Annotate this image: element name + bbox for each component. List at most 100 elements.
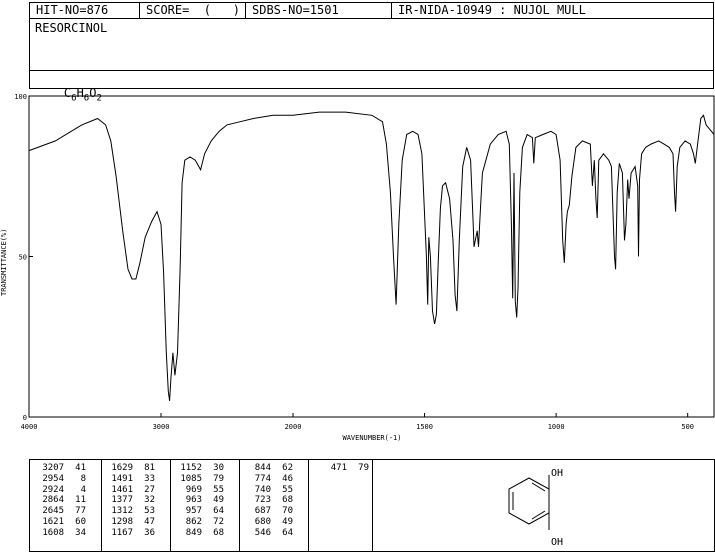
peak-transmittance: 81 [144,463,155,473]
structure-box: OH OH [372,459,715,552]
peak-transmittance: 79 [358,463,369,473]
x-tick-label: 500 [681,423,694,431]
peak-wavenumber: 2954 [42,473,64,484]
peak-entry: 471 79 [319,463,369,474]
peak-transmittance: 77 [75,506,86,517]
peak-wavenumber: 2645 [42,506,64,517]
peak-column-divider [101,460,102,551]
x-axis-label: WAVENUMBER(-1) [342,434,401,442]
axis-ticks: 4000 3000 2000 1500 1000 500100500 [14,93,694,431]
peak-wavenumber: 546 [254,527,271,538]
peak-transmittance: 72 [213,517,224,527]
peak-entry: 1085 79 [174,474,224,485]
peak-wavenumber: 723 [254,495,271,506]
peak-transmittance: 30 [213,463,224,473]
y-tick-label: 100 [14,93,27,101]
peak-wavenumber: 957 [185,506,202,517]
peak-transmittance: 70 [282,506,293,517]
peak-wavenumber: 740 [254,484,271,495]
peak-wavenumber: 1152 [180,463,202,473]
x-tick-label: 4000 [21,423,38,431]
peak-entry: 2864 11 [36,495,86,506]
peak-transmittance: 27 [144,484,155,495]
peak-transmittance: 41 [75,463,86,473]
peak-entry: 1608 34 [36,528,86,539]
peak-wavenumber: 969 [185,484,202,495]
peak-transmittance: 8 [80,473,86,484]
peak-entry: 2954 8 [36,474,86,485]
oh-label-top: OH [551,468,563,479]
peak-entry: 1152 30 [174,463,224,474]
peak-entry: 1629 81 [105,463,155,474]
x-tick-label: 3000 [153,423,170,431]
peak-transmittance: 11 [75,495,86,506]
peak-column-divider [239,460,240,551]
peak-entry: 957 64 [174,506,224,517]
resorcinol-structure: OH OH [508,468,563,548]
peak-transmittance: 68 [282,495,293,506]
peak-entry: 963 49 [174,495,224,506]
peak-entry: 1167 36 [105,528,155,539]
peak-transmittance: 64 [282,527,293,538]
peak-transmittance: 53 [144,506,155,517]
peak-wavenumber: 1491 [111,473,133,484]
oh-label-bottom: OH [551,537,563,548]
peak-entry: 2924 4 [36,485,86,496]
peak-entry: 680 49 [243,517,293,528]
peak-wavenumber: 849 [185,527,202,538]
peak-entry: 1491 33 [105,474,155,485]
peak-entry: 1377 32 [105,495,155,506]
peak-wavenumber: 2924 [42,484,64,495]
peak-column-divider [308,460,309,551]
y-tick-label: 0 [23,414,27,422]
peak-table: 3207 41 2954 8 2924 4 2864 11 2645 77 1621 60 1608 34… [29,459,373,552]
peak-wavenumber: 2864 [42,495,64,506]
peak-wavenumber: 1167 [111,527,133,538]
peak-entry: 2645 77 [36,506,86,517]
peak-wavenumber: 1621 [42,517,64,527]
peak-wavenumber: 471 [330,463,347,473]
peak-transmittance: 55 [213,484,224,495]
peak-entry: 849 68 [174,528,224,539]
peak-entry: 1312 53 [105,506,155,517]
peak-wavenumber: 1629 [111,463,133,473]
y-tick-label: 50 [19,254,27,262]
peak-entry: 774 46 [243,474,293,485]
y-axis-label: TRANSMITTANCE(%) [0,229,8,296]
ring-double-bond [531,510,546,520]
peak-transmittance: 34 [75,527,86,538]
x-tick-label: 2000 [285,423,302,431]
peak-transmittance: 79 [213,473,224,484]
peak-transmittance: 47 [144,517,155,527]
peak-transmittance: 32 [144,495,155,506]
peak-transmittance: 36 [144,527,155,538]
peak-transmittance: 62 [282,463,293,473]
peak-wavenumber: 1377 [111,495,133,506]
peak-wavenumber: 862 [185,517,202,527]
peak-transmittance: 68 [213,527,224,538]
peak-transmittance: 49 [282,517,293,527]
peak-wavenumber: 3207 [42,463,64,473]
peak-wavenumber: 1298 [111,517,133,527]
benzene-ring [508,477,550,525]
peak-wavenumber: 1461 [111,484,133,495]
peak-wavenumber: 680 [254,517,271,527]
x-tick-label: 1000 [548,423,565,431]
peak-entry: 546 64 [243,528,293,539]
peak-column-divider [170,460,171,551]
peak-entry: 1298 47 [105,517,155,528]
peak-entry: 1621 60 [36,517,86,528]
peak-entry: 740 55 [243,485,293,496]
peak-entry: 844 62 [243,463,293,474]
peak-wavenumber: 1085 [180,473,202,484]
peak-transmittance: 46 [282,473,293,484]
peak-transmittance: 55 [282,484,293,495]
peak-entry: 1461 27 [105,485,155,496]
ir-spectrum-chart: 4000 3000 2000 1500 1000 500100500 TRANSMITTA… [0,93,715,442]
peak-wavenumber: 687 [254,506,271,517]
peak-transmittance: 64 [213,506,224,517]
peak-transmittance: 49 [213,495,224,506]
peak-entry: 969 55 [174,485,224,496]
peak-transmittance: 60 [75,517,86,527]
peak-wavenumber: 1312 [111,506,133,517]
